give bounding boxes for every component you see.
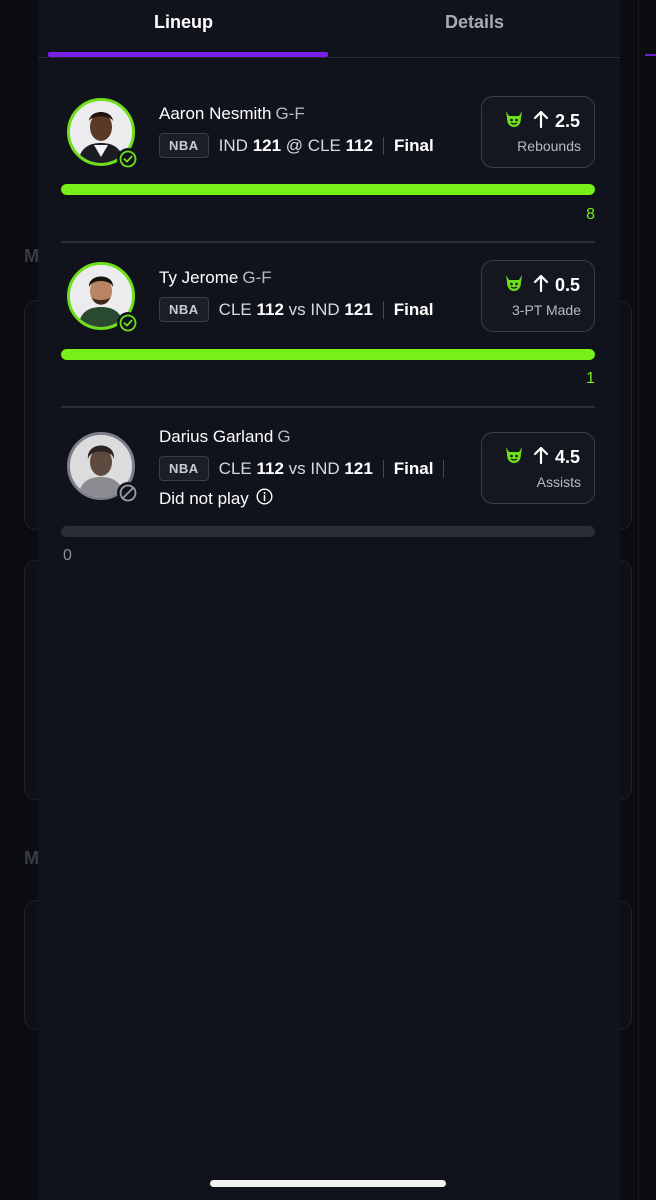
game-status: Final [393, 299, 434, 319]
separator [382, 300, 384, 319]
league-badge: NBA [159, 133, 209, 158]
matchup: CLE 112 vs IND 121 [219, 300, 373, 320]
player-position: G [277, 427, 291, 446]
tab-lineup[interactable]: Lineup [38, 0, 329, 57]
player-name-line: Aaron Nesmith G-F [159, 104, 305, 124]
player-avatar [67, 262, 139, 334]
did-not-play-note: Did not play [159, 488, 273, 510]
team2: IND [310, 299, 340, 319]
stat-result: 0 [63, 547, 72, 564]
pick-line: 4.5 [554, 447, 580, 467]
player-avatar [67, 432, 139, 504]
game-status: Final [394, 135, 434, 155]
game-info: NBA CLE 112 vs IND 121 Final [159, 297, 433, 322]
team2-score: 121 [344, 458, 373, 478]
progress-fill [61, 349, 595, 360]
team1-score: 112 [256, 458, 284, 478]
separator [443, 459, 445, 478]
pick-line: 2.5 [554, 111, 580, 131]
pick-card[interactable]: 2.5 Rebounds [481, 96, 595, 168]
demon-icon [503, 273, 525, 298]
lineup-sheet: Lineup Details Aaron Nesmith G-F NBA IND… [38, 0, 620, 1200]
team1-score: 112 [256, 299, 284, 319]
player-row: Darius Garland G NBA CLE 112 vs IND 121 F… [61, 424, 595, 574]
pick-card[interactable]: 0.5 3-PT Made [481, 260, 595, 332]
team1: CLE [218, 299, 252, 319]
game-status: Final [393, 458, 434, 478]
active-tab-indicator [48, 52, 328, 57]
team2: CLE [307, 135, 341, 155]
separator [382, 459, 384, 478]
team1-score: 121 [252, 135, 282, 155]
league-badge: NBA [159, 297, 209, 322]
blocked-circle-icon [117, 482, 139, 504]
background-heading-fragment: M [24, 246, 39, 266]
info-icon[interactable] [256, 488, 273, 510]
background-heading-fragment: M [24, 848, 39, 868]
dnp-label: Did not play [159, 489, 249, 508]
row-divider [61, 241, 595, 243]
player-position: G-F [275, 104, 305, 123]
progress-fill [61, 184, 595, 195]
pick-card[interactable]: 4.5 Assists [481, 432, 595, 504]
team1: CLE [218, 458, 252, 478]
matchup-connector: @ [285, 135, 304, 155]
stat-result: 1 [586, 370, 595, 387]
team2-score: 112 [345, 135, 374, 155]
row-divider [61, 406, 595, 408]
pick-line: 0.5 [554, 275, 580, 295]
player-position: G-F [242, 268, 272, 287]
arrow-up-icon [533, 445, 549, 470]
pick-stat: 3-PT Made [512, 302, 581, 318]
progress-bar [61, 184, 595, 195]
next-sheet-peek [638, 0, 656, 1200]
player-name: Darius Garland [159, 427, 274, 446]
arrow-up-icon [533, 109, 549, 134]
demon-icon [503, 109, 525, 134]
league-badge: NBA [159, 456, 209, 481]
matchup: IND 121 @ CLE 112 [219, 136, 373, 156]
matchup: CLE 112 vs IND 121 [219, 459, 373, 479]
tab-bar: Lineup Details [38, 0, 620, 58]
player-name-line: Ty Jerome G-F [159, 268, 272, 288]
team1: IND [218, 135, 248, 155]
player-name: Aaron Nesmith [159, 104, 272, 123]
team2: IND [310, 458, 340, 478]
player-avatar [67, 98, 139, 170]
arrow-up-icon [533, 273, 549, 298]
pick-stat: Assists [536, 474, 581, 490]
pick-stat: Rebounds [517, 138, 581, 154]
demon-icon [503, 445, 525, 470]
player-name: Ty Jerome [159, 268, 239, 287]
game-info: NBA CLE 112 vs IND 121 Final [159, 456, 454, 481]
matchup-connector: vs [288, 299, 306, 319]
tab-details[interactable]: Details [329, 0, 620, 57]
player-row: Aaron Nesmith G-F NBA IND 121 @ CLE 112 F… [61, 94, 595, 234]
team2-score: 121 [344, 299, 373, 319]
stat-result: 8 [586, 206, 595, 223]
player-row: Ty Jerome G-F NBA CLE 112 vs IND 121 Fina… [61, 258, 595, 398]
check-circle-icon [117, 148, 139, 170]
check-circle-icon [117, 312, 139, 334]
player-name-line: Darius Garland G [159, 427, 291, 447]
home-indicator[interactable] [210, 1180, 446, 1187]
game-info: NBA IND 121 @ CLE 112 Final [159, 133, 434, 158]
separator [383, 136, 385, 155]
progress-bar [61, 526, 595, 537]
progress-bar [61, 349, 595, 360]
matchup-connector: vs [288, 458, 306, 478]
